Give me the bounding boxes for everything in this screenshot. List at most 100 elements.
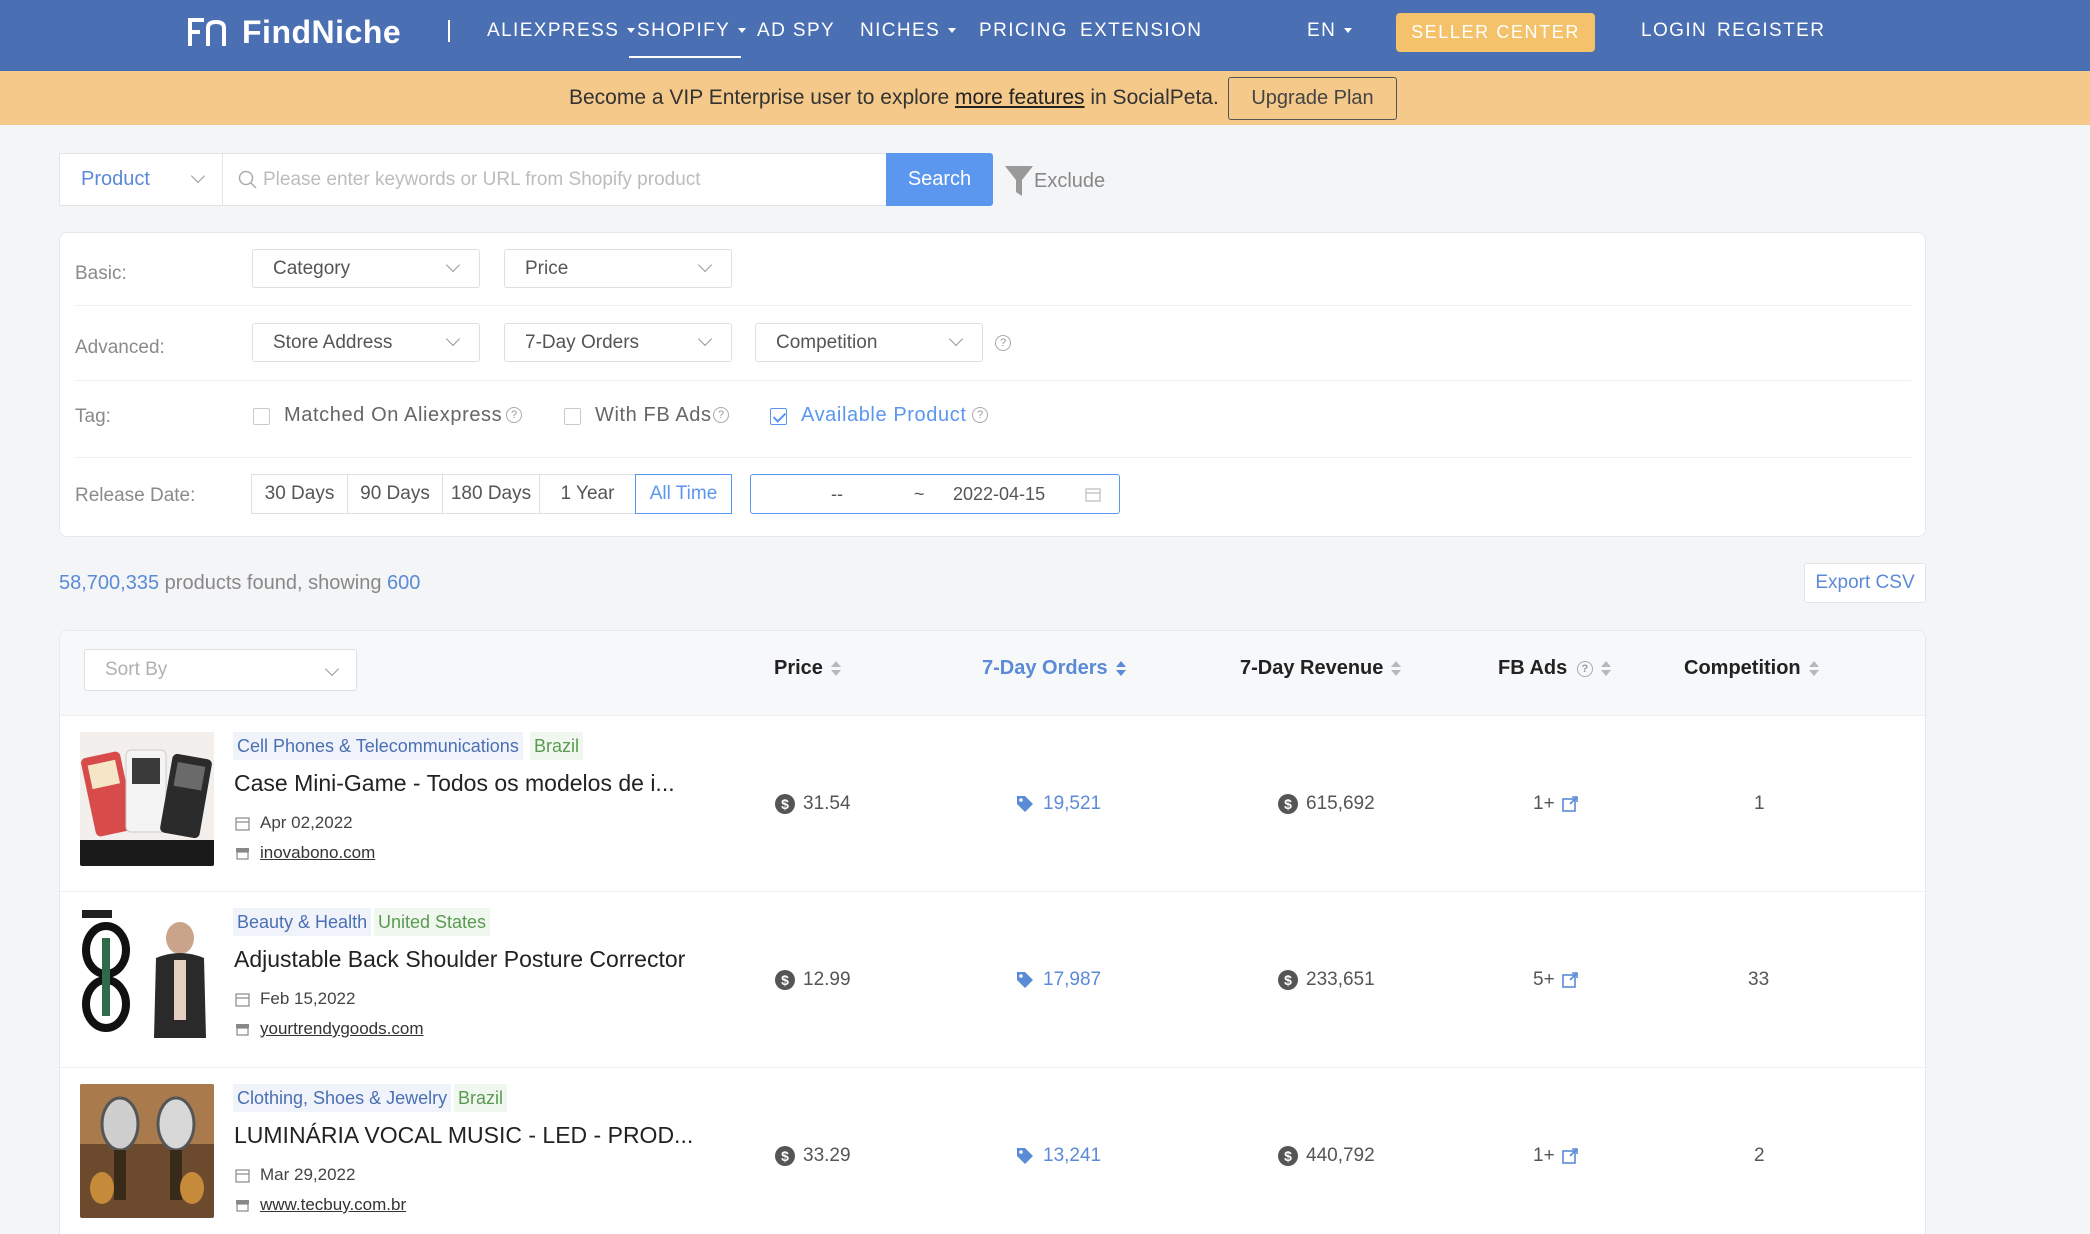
logo[interactable]: FindNiche <box>186 12 401 52</box>
help-icon[interactable]: ? <box>1576 660 1593 677</box>
sort-by-select[interactable]: Sort By <box>84 649 357 691</box>
category-tag[interactable]: Beauty & Health <box>233 908 372 936</box>
revenue-cell: $615,692 <box>1278 716 1375 892</box>
dropdown-label: 7-Day Orders <box>525 332 640 353</box>
available-product-label[interactable]: Available Product <box>801 404 966 427</box>
chevron-down-icon <box>697 331 713 347</box>
column-fb-ads[interactable]: FB Ads ? <box>1498 653 1611 683</box>
nav-niches[interactable]: NICHES <box>860 0 957 61</box>
with-fb-ads-checkbox[interactable] <box>564 408 581 425</box>
nav-aliexpress[interactable]: ALIEXPRESS <box>487 0 636 61</box>
store-domain[interactable]: inovabono.com <box>260 843 375 863</box>
matched-aliexpress-checkbox[interactable] <box>253 408 270 425</box>
product-title[interactable]: Adjustable Back Shoulder Posture Correct… <box>234 946 685 973</box>
tag-label: Tag: <box>75 406 111 427</box>
help-icon[interactable]: ? <box>972 407 988 423</box>
date-separator: ~ <box>914 484 925 504</box>
revenue-value: 233,651 <box>1306 969 1375 990</box>
search-button[interactable]: Search <box>886 153 993 206</box>
product-thumbnail[interactable] <box>80 1084 214 1218</box>
orders-dropdown[interactable]: 7-Day Orders <box>504 323 732 362</box>
exclude-label: Exclude <box>1034 169 1106 192</box>
release-all-time[interactable]: All Time <box>635 474 732 514</box>
sort-icon <box>1808 660 1819 677</box>
external-link-icon[interactable] <box>1561 795 1579 813</box>
promo-banner: Become a VIP Enterprise user to explore … <box>0 71 2090 125</box>
release-180-days[interactable]: 180 Days <box>442 474 540 514</box>
login-link[interactable]: LOGIN <box>1641 0 1707 61</box>
search-input[interactable] <box>263 154 878 205</box>
help-icon[interactable]: ? <box>995 335 1011 351</box>
release-1-year[interactable]: 1 Year <box>539 474 636 514</box>
product-thumbnail[interactable] <box>80 732 214 866</box>
release-90-days[interactable]: 90 Days <box>347 474 443 514</box>
release-30-days[interactable]: 30 Days <box>251 474 348 514</box>
language-selector[interactable]: EN <box>1307 0 1353 61</box>
register-link[interactable]: REGISTER <box>1717 0 1825 61</box>
store-domain[interactable]: yourtrendygoods.com <box>260 1019 423 1039</box>
date-text: Mar 29,2022 <box>260 1165 356 1184</box>
upgrade-plan-button[interactable]: Upgrade Plan <box>1228 77 1397 120</box>
price-dropdown[interactable]: Price <box>504 249 732 288</box>
product-title[interactable]: Case Mini-Game - Todos os modelos de i..… <box>234 770 675 797</box>
release-date: Mar 29,2022 <box>235 1165 355 1185</box>
banner-text-before: Become a VIP Enterprise user to explore <box>569 86 955 109</box>
help-icon[interactable]: ? <box>506 407 522 423</box>
category-tag[interactable]: Cell Phones & Telecommunications <box>233 732 523 760</box>
column-label: Competition <box>1684 657 1801 679</box>
nav-separator <box>448 20 450 42</box>
table-row[interactable]: Beauty & Health United States Adjustable… <box>60 892 1925 1068</box>
fb-ads-value: 5+ <box>1533 969 1555 990</box>
store-link[interactable]: yourtrendygoods.com <box>235 1019 423 1039</box>
column-7day-orders[interactable]: 7-Day Orders <box>982 653 1126 683</box>
export-csv-button[interactable]: Export CSV <box>1804 563 1926 603</box>
country-tag[interactable]: Brazil <box>454 1084 508 1112</box>
country-tag[interactable]: United States <box>374 908 491 936</box>
date-range-picker[interactable]: -- ~ 2022-04-15 <box>750 474 1120 514</box>
column-competition[interactable]: Competition <box>1684 653 1819 683</box>
competition-dropdown[interactable]: Competition <box>755 323 983 362</box>
calendar-icon <box>235 816 250 831</box>
available-product-checkbox[interactable] <box>770 408 787 425</box>
fb-ads-cell[interactable]: 1+ <box>1533 1068 1579 1234</box>
help-icon[interactable]: ? <box>713 407 729 423</box>
store-domain[interactable]: www.tecbuy.com.br <box>260 1195 406 1215</box>
store-link[interactable]: www.tecbuy.com.br <box>235 1195 406 1215</box>
external-link-icon[interactable] <box>1561 971 1579 989</box>
with-fb-ads-label[interactable]: With FB Ads <box>595 404 712 427</box>
table-row[interactable]: Clothing, Shoes & Jewelry Brazil LUMINÁR… <box>60 1068 1925 1234</box>
chevron-down-icon <box>324 661 340 677</box>
basic-label: Basic: <box>75 263 127 284</box>
release-date: Apr 02,2022 <box>235 813 353 833</box>
external-link-icon[interactable] <box>1561 1147 1579 1165</box>
table-row[interactable]: Cell Phones & Telecommunications Brazil … <box>60 716 1925 892</box>
orders-value: 19,521 <box>1043 793 1102 814</box>
product-thumbnail[interactable] <box>80 908 214 1042</box>
calendar-icon <box>235 992 250 1007</box>
category-dropdown[interactable]: Category <box>252 249 480 288</box>
dollar-icon: $ <box>775 970 795 990</box>
column-price[interactable]: Price <box>774 653 841 683</box>
nav-ad-spy[interactable]: AD SPY <box>757 0 835 61</box>
nav-extension[interactable]: EXTENSION <box>1080 0 1202 61</box>
search-box <box>222 153 887 206</box>
column-7day-revenue[interactable]: 7-Day Revenue <box>1240 653 1402 683</box>
seller-center-button[interactable]: SELLER CENTER <box>1396 13 1595 52</box>
dropdown-label: Store Address <box>273 332 393 353</box>
category-tag[interactable]: Clothing, Shoes & Jewelry <box>233 1084 452 1112</box>
store-address-dropdown[interactable]: Store Address <box>252 323 480 362</box>
product-title[interactable]: LUMINÁRIA VOCAL MUSIC - LED - PROD... <box>234 1122 693 1149</box>
search-type-value: Product <box>81 168 150 190</box>
fb-ads-cell[interactable]: 5+ <box>1533 892 1579 1068</box>
matched-aliexpress-label[interactable]: Matched On Aliexpress <box>284 404 502 427</box>
banner-text-after: in SocialPeta. <box>1084 86 1219 109</box>
fb-ads-cell[interactable]: 1+ <box>1533 716 1579 892</box>
column-label: 7-Day Revenue <box>1240 657 1384 679</box>
more-features-link[interactable]: more features <box>955 86 1085 109</box>
country-tag[interactable]: Brazil <box>530 732 584 760</box>
search-type-select[interactable]: Product <box>59 153 222 206</box>
nav-pricing[interactable]: PRICING <box>979 0 1068 61</box>
nav-shopify[interactable]: SHOPIFY <box>637 0 747 61</box>
exclude-filter[interactable]: Exclude <box>1004 164 1105 198</box>
store-link[interactable]: inovabono.com <box>235 843 375 863</box>
